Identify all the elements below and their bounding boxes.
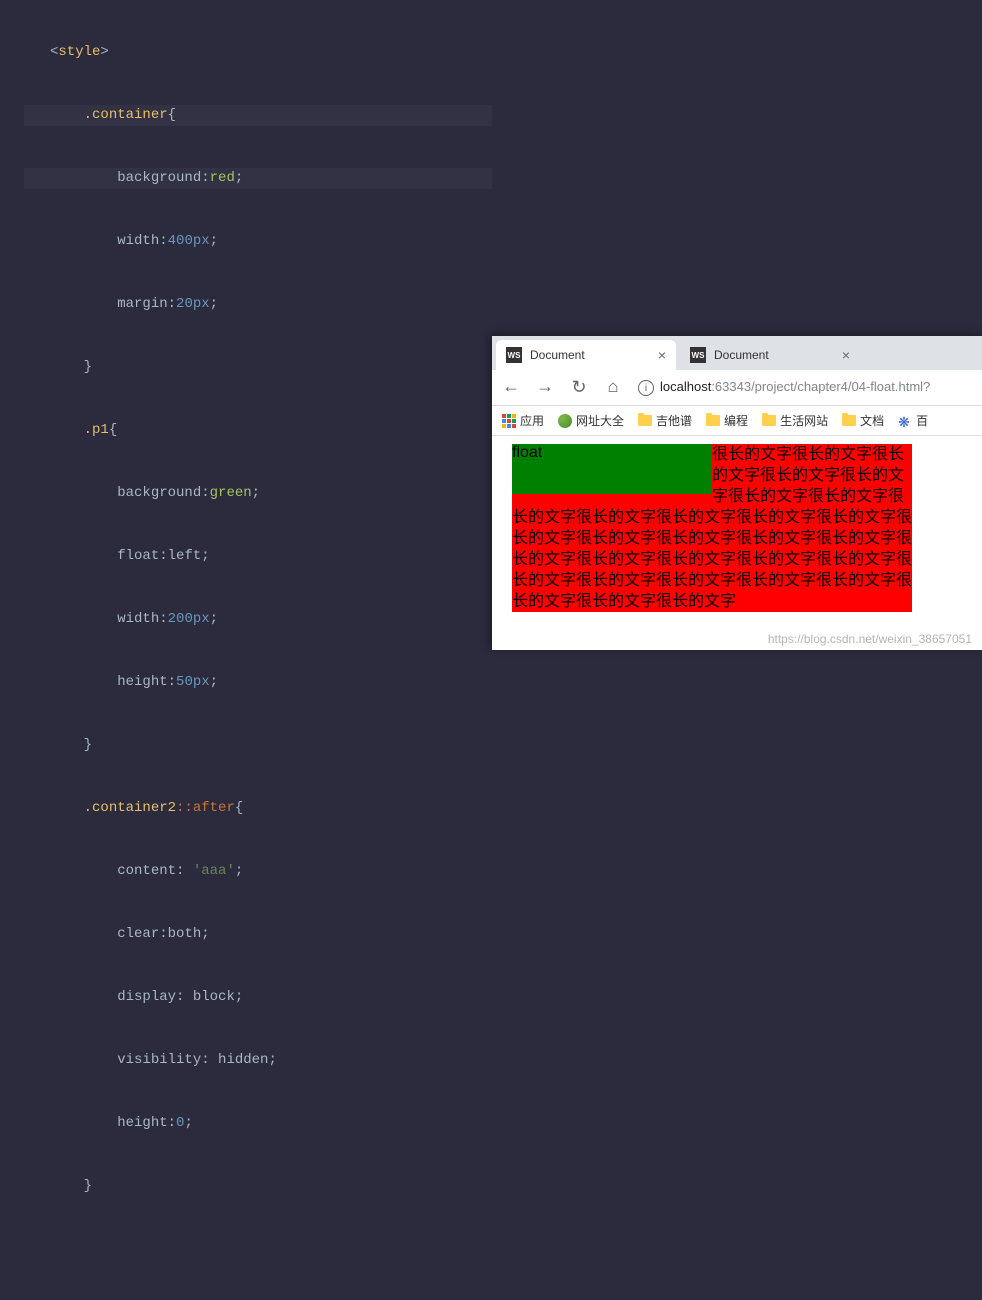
- css-prop: background: [117, 485, 201, 501]
- info-icon[interactable]: i: [638, 380, 654, 396]
- globe-icon: [558, 414, 572, 428]
- url-path: :63343/project/chapter4/04-float.html?: [711, 379, 930, 394]
- css-val: 400px: [168, 233, 210, 249]
- selector-container: .container: [84, 107, 168, 123]
- css-prop: display: [117, 989, 176, 1005]
- css-prop: height: [117, 674, 167, 690]
- css-val: green: [210, 485, 252, 501]
- css-prop: width: [117, 233, 159, 249]
- css-prop: width: [117, 611, 159, 627]
- webstorm-icon: WS: [506, 347, 522, 363]
- css-val: 'aaa': [193, 863, 235, 879]
- forward-button[interactable]: →: [536, 378, 554, 398]
- apps-icon: [502, 414, 516, 428]
- bookmark-label: 编程: [724, 412, 748, 429]
- bookmarks-bar: 应用 网址大全 吉他谱 编程 生活网站 文档 ❋百: [492, 406, 982, 436]
- css-prop: clear: [117, 926, 159, 942]
- selector: .container2: [84, 800, 176, 816]
- bookmark-label: 应用: [520, 412, 544, 429]
- browser-window: WS Document × WS Document × ← → ↻ ⌂ iloc…: [492, 336, 982, 650]
- selector-p1: .p1: [84, 422, 109, 438]
- address-bar: ← → ↻ ⌂ i localhost:63343/project/chapter…: [492, 370, 982, 406]
- webstorm-icon: WS: [690, 347, 706, 363]
- pseudo: ::after: [176, 800, 235, 816]
- folder-icon: [706, 415, 720, 426]
- home-button[interactable]: ⌂: [604, 378, 622, 398]
- css-val: 200px: [168, 611, 210, 627]
- css-val: 20px: [176, 296, 210, 312]
- code-editor-panel[interactable]: <style> .container{ background:red; widt…: [0, 0, 492, 650]
- bookmark-biancheng[interactable]: 编程: [706, 412, 748, 429]
- demo-container: float 很长的文字很长的文字很长的文字很长的文字很长的文字很长的文字很长的文…: [512, 444, 912, 612]
- watermark-text: https://blog.csdn.net/weixin_38657051: [768, 632, 972, 646]
- folder-icon: [842, 415, 856, 426]
- close-icon[interactable]: ×: [658, 347, 666, 363]
- bookmark-jita[interactable]: 吉他谱: [638, 412, 692, 429]
- browser-tab-active[interactable]: WS Document ×: [496, 340, 676, 370]
- url-field[interactable]: i localhost:63343/project/chapter4/04-flo…: [638, 379, 972, 397]
- back-button[interactable]: ←: [502, 378, 520, 398]
- bookmark-label: 网址大全: [576, 412, 624, 429]
- bookmark-wangzhi[interactable]: 网址大全: [558, 412, 624, 429]
- tab-title: Document: [714, 348, 842, 362]
- browser-viewport[interactable]: float 很长的文字很长的文字很长的文字很长的文字很长的文字很长的文字很长的文…: [492, 436, 982, 612]
- demo-float-box: float: [512, 444, 712, 494]
- bookmark-wendang[interactable]: 文档: [842, 412, 884, 429]
- css-prop: background: [117, 170, 201, 186]
- css-prop: float: [117, 548, 159, 564]
- url-host: localhost: [660, 379, 711, 394]
- bookmark-label: 文档: [860, 412, 884, 429]
- css-val: 50px: [176, 674, 210, 690]
- css-val: red: [210, 170, 235, 186]
- css-prop: height: [117, 1115, 167, 1131]
- browser-tab-inactive[interactable]: WS Document ×: [680, 340, 860, 370]
- css-val: block: [193, 989, 235, 1005]
- css-prop: visibility: [117, 1052, 201, 1068]
- style-tag: style: [58, 44, 100, 60]
- css-val: 0: [176, 1115, 184, 1131]
- css-val: both: [168, 926, 202, 942]
- tab-title: Document: [530, 348, 658, 362]
- bookmark-label: 吉他谱: [656, 412, 692, 429]
- folder-icon: [762, 415, 776, 426]
- browser-tabbar: WS Document × WS Document ×: [492, 336, 982, 370]
- css-val: left: [168, 548, 202, 564]
- baidu-icon: ❋: [898, 414, 912, 428]
- css-val: hidden: [218, 1052, 268, 1068]
- bookmark-label: 生活网站: [780, 412, 828, 429]
- bookmark-label: 百: [916, 412, 928, 429]
- close-icon[interactable]: ×: [842, 347, 850, 363]
- css-prop: margin: [117, 296, 167, 312]
- code-content[interactable]: <style> .container{ background:red; widt…: [24, 0, 492, 1300]
- bookmark-baidu[interactable]: ❋百: [898, 412, 928, 429]
- reload-button[interactable]: ↻: [570, 377, 588, 399]
- apps-button[interactable]: 应用: [502, 412, 544, 429]
- bookmark-shenghuo[interactable]: 生活网站: [762, 412, 828, 429]
- folder-icon: [638, 415, 652, 426]
- css-prop: content: [117, 863, 176, 879]
